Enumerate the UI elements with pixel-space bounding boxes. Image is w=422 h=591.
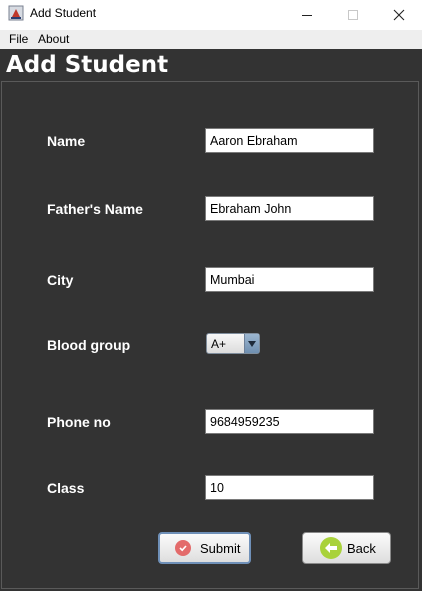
checkmark-circle-icon — [175, 540, 191, 556]
submit-label: Submit — [200, 540, 241, 556]
city-input[interactable]: Mumbai — [205, 267, 374, 292]
maximize-icon — [348, 10, 358, 20]
submit-button[interactable]: Submit — [158, 532, 251, 564]
name-label: Name — [47, 133, 86, 149]
fathers-name-input[interactable]: Ebraham John — [205, 196, 374, 221]
close-icon — [393, 9, 405, 21]
close-button[interactable] — [376, 0, 422, 30]
content-area: Add Student Name Aaron Ebraham Father's … — [0, 49, 422, 591]
window-title: Add Student — [30, 6, 97, 20]
back-label: Back — [347, 540, 376, 556]
name-input[interactable]: Aaron Ebraham — [205, 128, 374, 153]
dropdown-arrow-icon[interactable] — [244, 334, 259, 353]
heading-area: Add Student — [0, 49, 422, 82]
arrow-left-circle-icon — [320, 537, 342, 559]
blood-group-select[interactable]: A+ — [206, 333, 260, 354]
menu-file[interactable]: File — [9, 32, 28, 46]
back-button[interactable]: Back — [302, 532, 391, 564]
page-title: Add Student — [6, 52, 169, 78]
minimize-icon — [302, 14, 312, 16]
title-bar: Add Student — [0, 0, 422, 30]
phone-label: Phone no — [47, 414, 111, 430]
menu-bar: File About — [0, 30, 422, 49]
fathers-name-label: Father's Name — [47, 201, 143, 217]
phone-input[interactable]: 9684959235 — [205, 409, 374, 434]
class-label: Class — [47, 480, 85, 496]
blood-group-value: A+ — [211, 337, 227, 351]
maximize-button[interactable] — [330, 0, 376, 30]
city-label: City — [47, 272, 74, 288]
minimize-button[interactable] — [284, 0, 330, 30]
class-input[interactable]: 10 — [205, 475, 374, 500]
blood-group-label: Blood group — [47, 337, 131, 353]
java-app-icon — [8, 5, 24, 21]
menu-about[interactable]: About — [38, 32, 69, 46]
